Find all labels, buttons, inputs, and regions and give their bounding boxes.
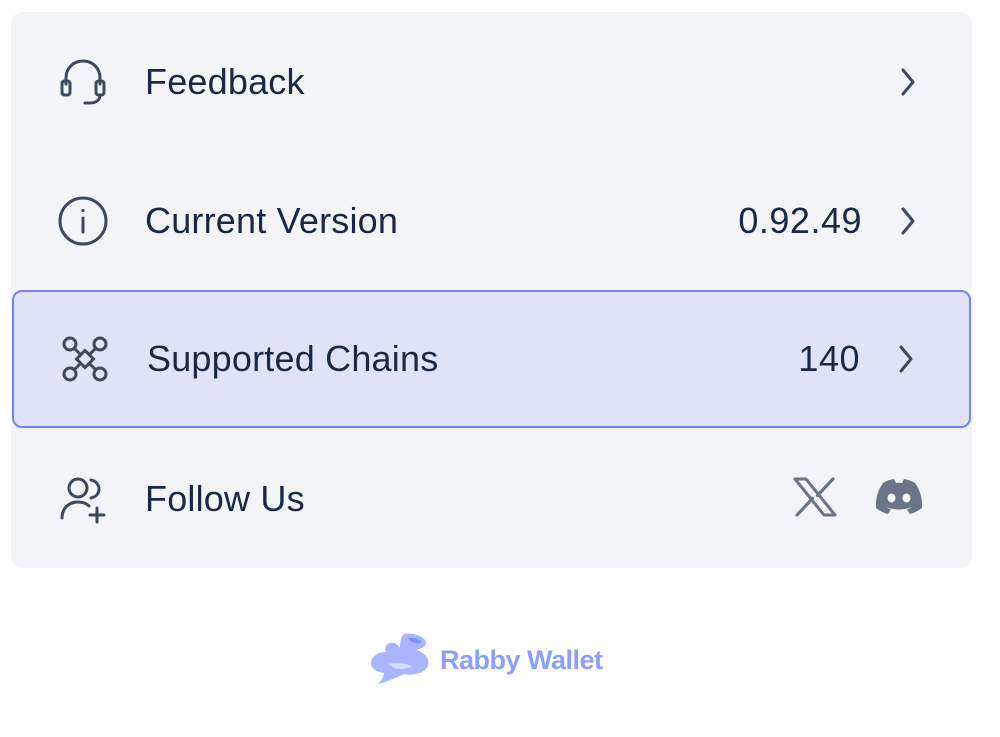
chains-count: 140 (798, 338, 860, 379)
feedback-label: Feedback (145, 60, 305, 102)
headset-icon (55, 54, 111, 110)
discord-icon[interactable] (871, 469, 927, 525)
chevron-right-icon (896, 64, 920, 100)
version-value: 0.92.49 (738, 199, 862, 241)
info-icon (55, 193, 111, 249)
current-version-label: Current Version (145, 199, 399, 241)
follow-us-row: Follow Us (11, 429, 972, 568)
chevron-right-icon (896, 203, 920, 239)
supported-chains-row[interactable]: Supported Chains 140 (12, 290, 971, 428)
current-version-row[interactable]: Current Version 0.92.49 (11, 151, 972, 290)
feedback-row[interactable]: Feedback (11, 12, 972, 151)
rabby-wallet-brand: Rabby Wallet (368, 628, 603, 692)
supported-chains-label: Supported Chains (147, 338, 439, 379)
user-add-icon (55, 471, 111, 527)
brand-name: Rabby Wallet (440, 644, 603, 675)
rabbit-logo-icon (368, 630, 432, 690)
settings-card: Feedback Current Version 0.92.49 Support… (11, 12, 972, 568)
follow-us-label: Follow Us (145, 477, 305, 519)
x-icon[interactable] (787, 469, 843, 525)
chevron-right-icon (894, 341, 918, 377)
network-icon (57, 331, 113, 387)
